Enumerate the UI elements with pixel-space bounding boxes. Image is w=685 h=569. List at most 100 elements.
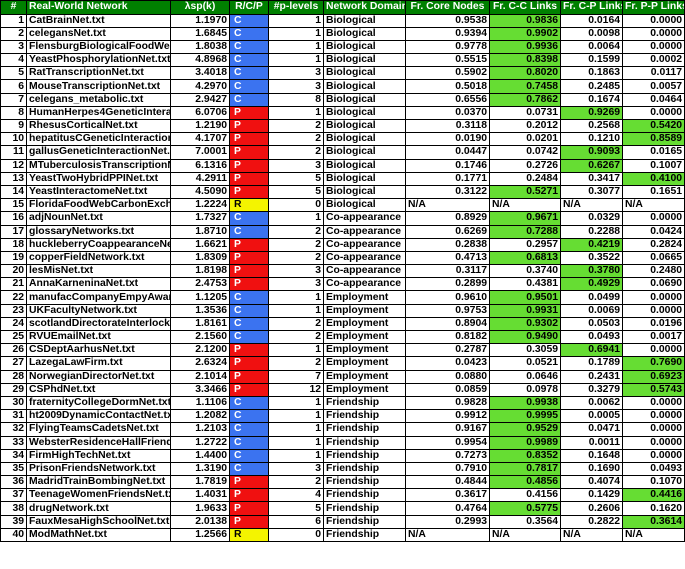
cell-domain: Biological [323,53,406,68]
cell-domain: Co-appearance [323,237,406,252]
cell-pp-links: 0.0117 [622,66,685,81]
cell-lambda: 2.1200 [170,343,230,358]
cell-cp-links: 0.3780 [560,264,623,279]
cell-lambda: 1.2566 [170,527,230,543]
cell-rcp: P [229,118,269,134]
cell-pp-links: N/A [622,527,685,543]
table-row: 8HumanHerpes4GeneticInteractionNet.txt6.… [0,105,685,121]
cell-p-levels: 2 [268,132,324,147]
table-row: 32 FlyingTeamsCadetsNet.txt 1.2103 C 1 Friend… [0,422,685,437]
table-row: 23 UKFacultyNetwork.txt 1.3536 C 1 Employment… [0,303,685,318]
cell-cp-links: 0.0005 [560,409,623,424]
cell-domain: Biological [323,158,406,173]
table-row: 15FloridaFoodWebCarbonExchangeNet.txt1.2… [0,198,685,213]
cell-cc-links: 0.3740 [489,264,561,279]
cell-domain: Employment [323,316,406,332]
cell-cc-links: 0.9936 [489,39,561,55]
cell-pp-links: 0.3614 [622,514,685,529]
cell-cp-links: 0.0471 [560,422,623,437]
cell-rcp: P [229,184,269,200]
cell-pp-links: 0.0464 [622,92,685,107]
cell-lambda: 6.0706 [170,105,230,121]
cell-pp-links: 0.0000 [622,13,685,28]
cell-cp-links: 0.0064 [560,39,623,55]
cell-pp-links: 0.0000 [622,409,685,424]
cell-index: 15 [0,198,27,213]
cell-domain: Biological [323,132,406,147]
cell-cc-links: 0.7862 [489,92,561,107]
cell-index: 13 [0,171,27,186]
cell-core-nodes: 0.6269 [405,224,490,239]
cell-core-nodes: 0.1771 [405,171,490,186]
header-domain: Network Domain [323,0,406,15]
cell-lambda: 1.4031 [170,488,230,503]
cell-cp-links: 0.4219 [560,237,623,252]
cell-cc-links: 0.0201 [489,132,561,147]
cell-lambda: 1.8038 [170,39,230,55]
cell-core-nodes: 0.0447 [405,145,490,160]
cell-domain: Friendship [323,501,406,516]
header-rcp: R/C/P [229,0,269,15]
cell-core-nodes: 0.5902 [405,66,490,81]
cell-lambda: 1.6845 [170,26,230,41]
cell-lambda: 1.8309 [170,250,230,266]
cell-pp-links: 0.0000 [622,343,685,358]
table-row: 5 RatTranscriptionNet.txt 3.4018 C 3 Biologic… [0,66,685,81]
cell-cc-links: 0.7458 [489,79,561,94]
cell-cp-links: 0.0499 [560,290,623,305]
cell-lambda: 2.4753 [170,277,230,292]
cell-rcp: C [229,316,269,332]
cell-network-name: MadridTrainBombingNet.txt [26,475,171,490]
cell-cp-links: 0.1789 [560,356,623,371]
cell-core-nodes: 0.9912 [405,409,490,424]
cell-pp-links: 0.0000 [622,395,685,411]
cell-pp-links: 0.7690 [622,356,685,371]
cell-lambda: 4.1707 [170,132,230,147]
header-core-nodes: Fr. Core Nodes [405,0,490,15]
cell-index: 2 [0,26,27,41]
cell-cp-links: 0.0164 [560,13,623,28]
cell-rcp: P [229,488,269,503]
cell-rcp: C [229,224,269,239]
cell-domain: Biological [323,39,406,55]
cell-core-nodes: 0.5018 [405,79,490,94]
cell-cc-links: 0.0521 [489,356,561,371]
cell-pp-links: 0.0000 [622,435,685,450]
cell-cc-links: 0.9938 [489,395,561,411]
cell-pp-links: 0.0002 [622,53,685,68]
cell-network-name: TeenageWomenFriendsNet.txt [26,488,171,503]
cell-cp-links: 0.0503 [560,316,623,332]
cell-pp-links: 0.0665 [622,250,685,266]
cell-rcp: P [229,369,269,384]
cell-rcp: C [229,409,269,424]
cell-pp-links: 0.2824 [622,237,685,252]
cell-lambda: 1.1106 [170,395,230,411]
cell-rcp: C [229,13,269,28]
cell-index: 22 [0,290,27,305]
cell-core-nodes: 0.7273 [405,448,490,463]
cell-index: 40 [0,527,27,543]
cell-core-nodes: 0.0370 [405,105,490,121]
cell-network-name: FlyingTeamsCadetsNet.txt [26,422,171,437]
cell-p-levels: 1 [268,39,324,55]
cell-pp-links: 0.1007 [622,158,685,173]
cell-p-levels: 4 [268,488,324,503]
cell-p-levels: 1 [268,422,324,437]
cell-cp-links: 0.1690 [560,461,623,477]
cell-lambda: 1.3190 [170,461,230,477]
cell-cp-links: 0.0011 [560,435,623,450]
table-row: 33WebsterResidenceHallFriendshipNet.txt1… [0,435,685,450]
cell-cp-links: N/A [560,198,623,213]
header-p-levels: #p-levels [268,0,324,15]
cell-index: 11 [0,145,27,160]
cell-lambda: 7.0001 [170,145,230,160]
cell-p-levels: 3 [268,158,324,173]
cell-p-levels: 1 [268,409,324,424]
cell-network-name: NorwegianDirectorNet.txt [26,369,171,384]
cell-index: 7 [0,92,27,107]
cell-pp-links: 0.0000 [622,26,685,41]
cell-lambda: 2.1560 [170,329,230,345]
cell-network-name: MTuberculosisTranscriptionNet.txt [26,158,171,173]
header-cc-links: Fr. C-C Links [489,0,561,15]
cell-index: 34 [0,448,27,463]
